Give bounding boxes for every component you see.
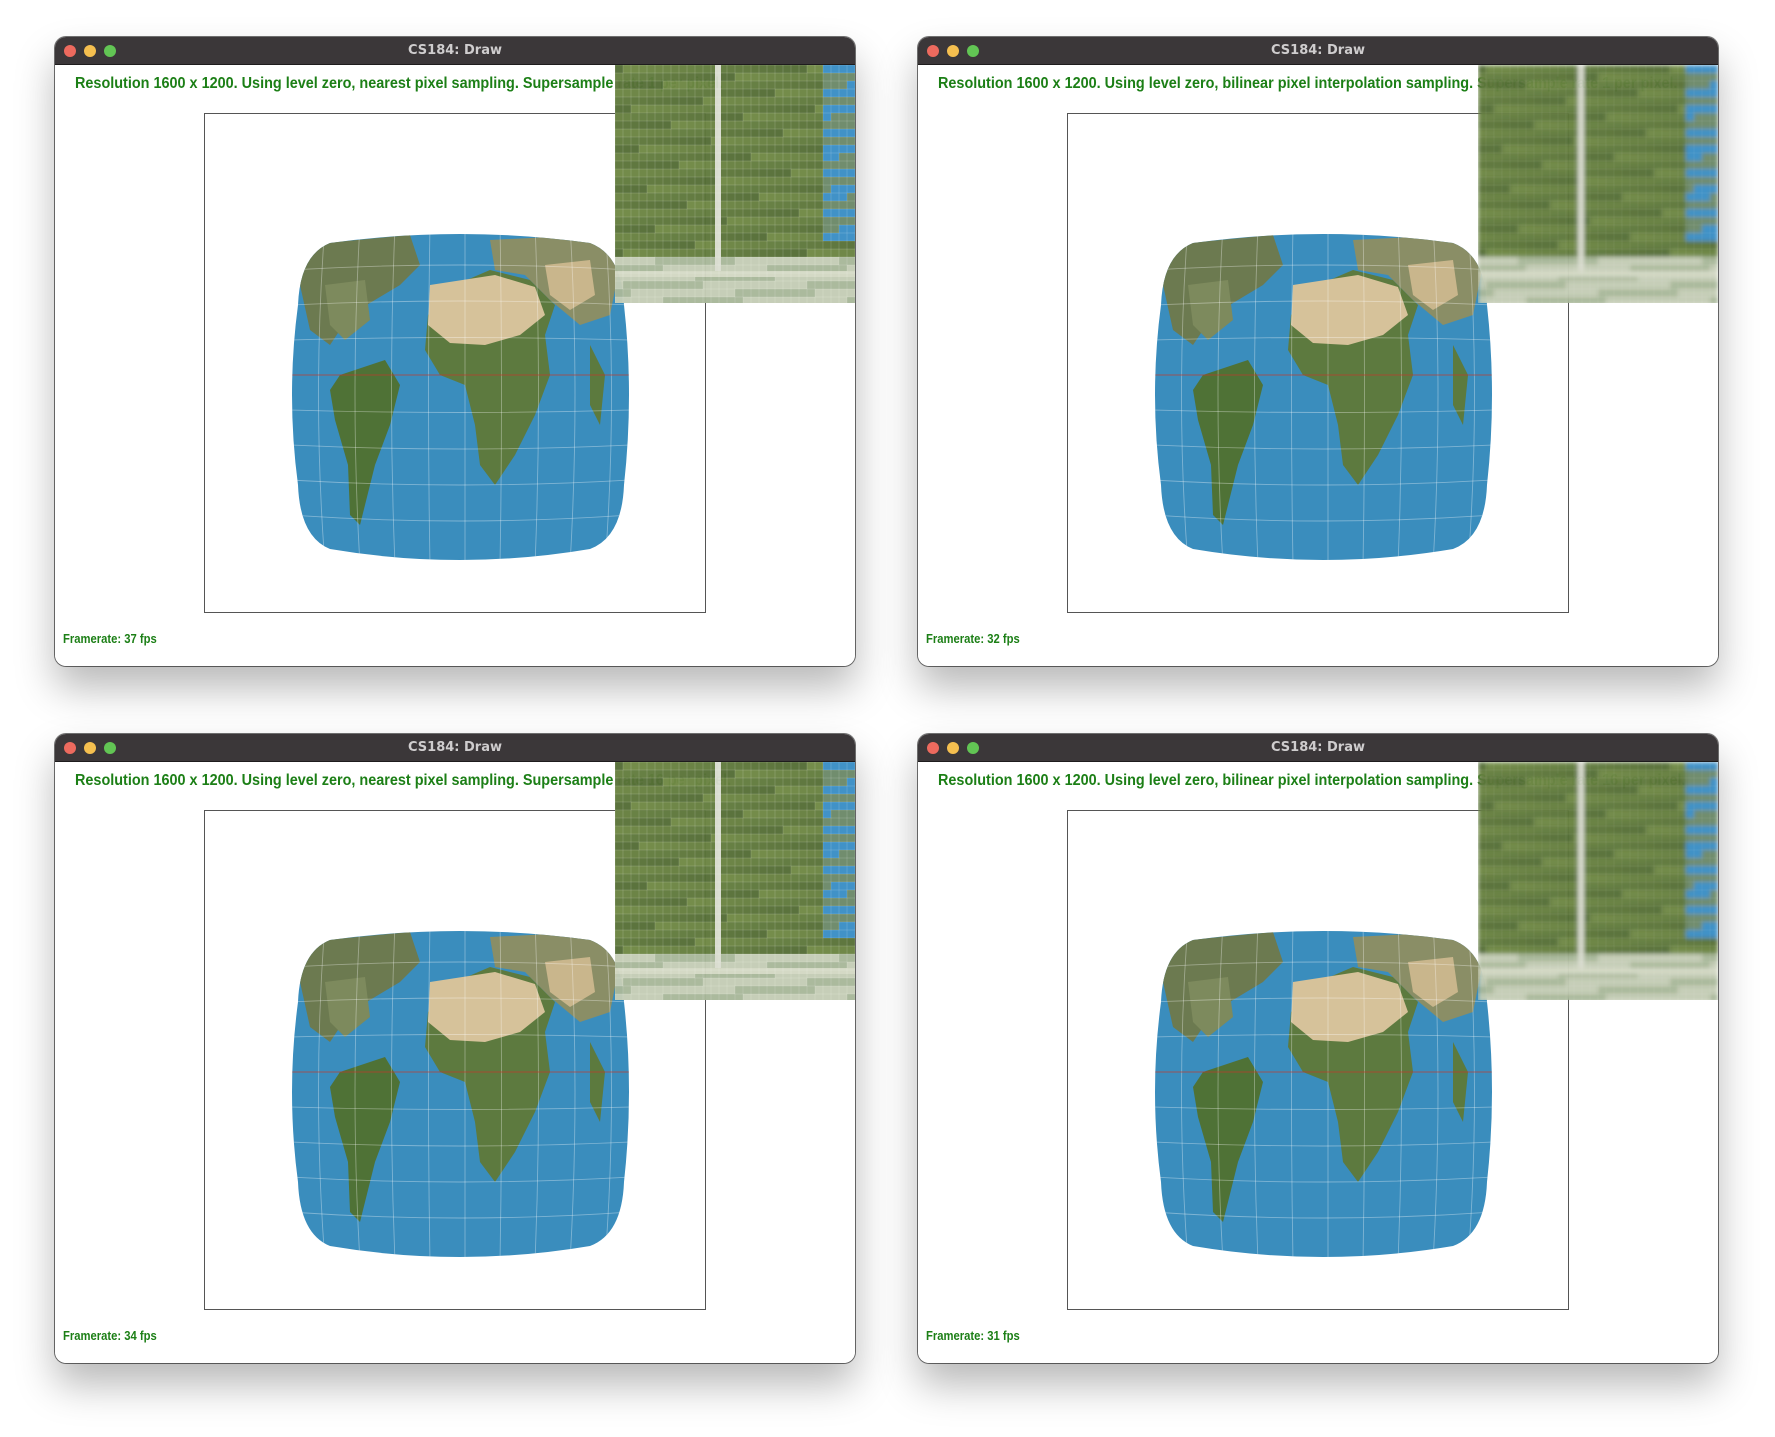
titlebar[interactable]: CS184: Draw	[918, 734, 1718, 762]
window-nearest-1spp: CS184: Draw Resolution 1600 x 1200. Usin…	[55, 37, 855, 666]
window-title: CS184: Draw	[408, 43, 502, 58]
globe-image	[1155, 931, 1492, 1257]
window-title: CS184: Draw	[1271, 740, 1365, 755]
draw-canvas[interactable]: Resolution 1600 x 1200. Using level zero…	[918, 65, 1718, 666]
titlebar[interactable]: CS184: Draw	[55, 734, 855, 762]
framerate-text: Framerate: 34 fps	[63, 1329, 157, 1343]
titlebar[interactable]: CS184: Draw	[55, 37, 855, 65]
draw-canvas[interactable]: Resolution 1600 x 1200. Using level zero…	[918, 762, 1718, 1363]
window-bilinear-1spp: CS184: Draw Resolution 1600 x 1200. Usin…	[918, 37, 1718, 666]
zoom-inset	[1478, 762, 1718, 1000]
draw-canvas[interactable]: Resolution 1600 x 1200. Using level zero…	[55, 65, 855, 666]
window-bilinear-16spp: CS184: Draw Resolution 1600 x 1200. Usin…	[918, 734, 1718, 1363]
framerate-text: Framerate: 37 fps	[63, 632, 157, 646]
globe-image	[1155, 234, 1492, 560]
framerate-text: Framerate: 31 fps	[926, 1329, 1020, 1343]
zoom-inset	[615, 65, 855, 303]
globe-image	[292, 931, 629, 1257]
zoom-inset	[1478, 65, 1718, 303]
zoom-inset	[615, 762, 855, 1000]
window-title: CS184: Draw	[1271, 43, 1365, 58]
draw-canvas[interactable]: Resolution 1600 x 1200. Using level zero…	[55, 762, 855, 1363]
globe-image	[292, 234, 629, 560]
window-nearest-16spp: CS184: Draw Resolution 1600 x 1200. Usin…	[55, 734, 855, 1363]
framerate-text: Framerate: 32 fps	[926, 632, 1020, 646]
window-title: CS184: Draw	[408, 740, 502, 755]
titlebar[interactable]: CS184: Draw	[918, 37, 1718, 65]
